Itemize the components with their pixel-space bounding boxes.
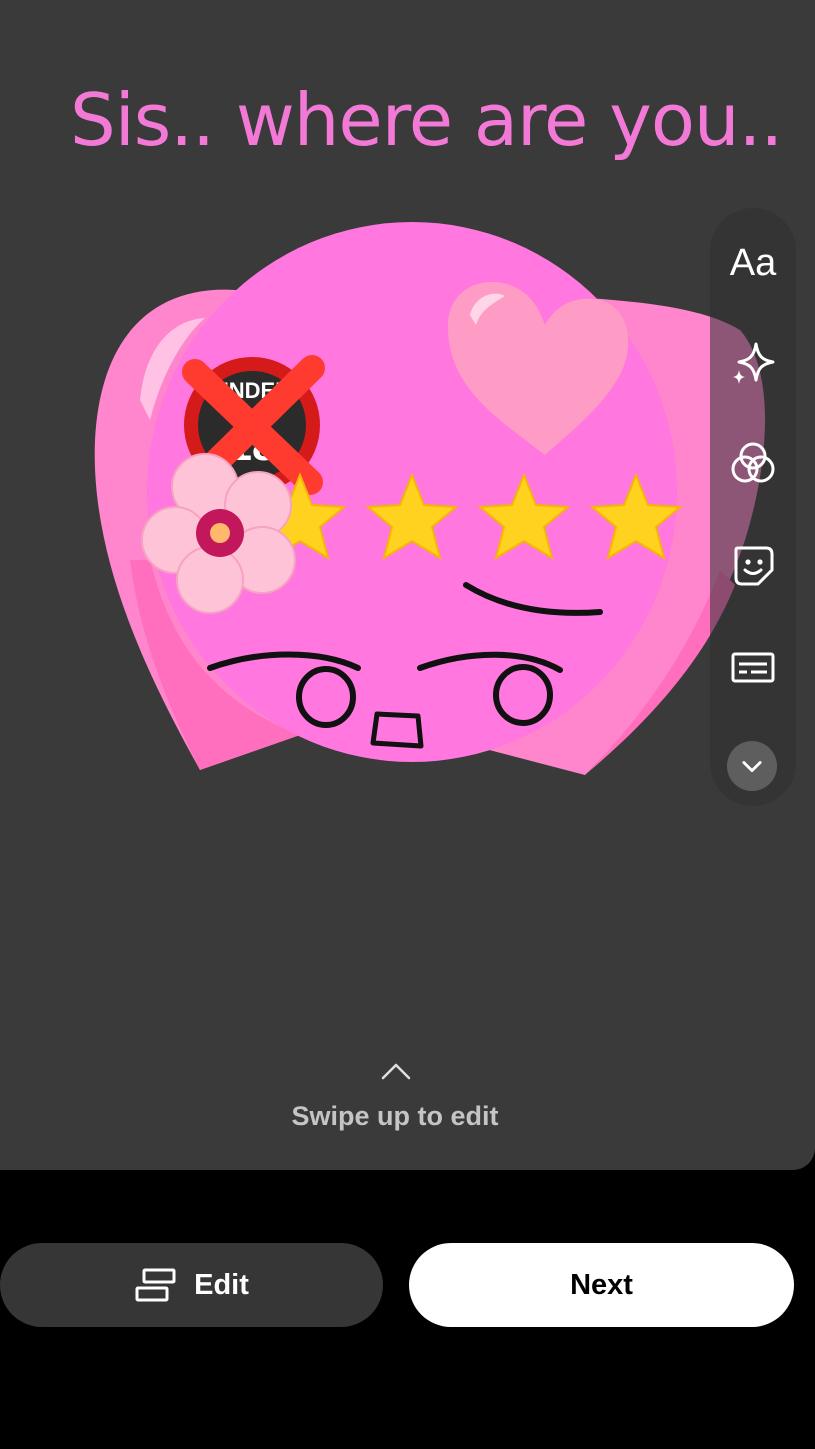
captions-icon — [731, 652, 775, 683]
sparkle-icon — [733, 342, 775, 384]
sticker-icon — [734, 546, 774, 586]
edit-button[interactable]: Edit — [0, 1243, 383, 1327]
caption-text[interactable]: Sis.. where are you.. — [70, 78, 783, 162]
sticker-image[interactable]: UNDER 18 — [80, 218, 780, 798]
chevron-up-icon — [381, 1063, 411, 1080]
swipe-up-hint: Swipe up to edit — [291, 1101, 499, 1131]
chevron-down-icon — [742, 761, 762, 773]
text-icon: Aa — [729, 241, 777, 284]
sticker-tool-button[interactable] — [718, 530, 788, 600]
story-canvas[interactable]: Sis.. where are you.. UNDER 18 Aa Swipe … — [0, 0, 815, 1170]
filter-icon — [731, 442, 775, 483]
next-button[interactable]: Next — [409, 1243, 794, 1327]
filter-tool-button[interactable] — [718, 428, 788, 498]
captions-tool-button[interactable] — [718, 632, 788, 702]
effects-tool-button[interactable] — [718, 328, 788, 398]
editing-toolbar: Aa — [710, 208, 796, 806]
edit-button-label: Edit — [194, 1268, 249, 1301]
more-tools-button[interactable] — [727, 741, 777, 791]
edit-layout-icon — [135, 1268, 176, 1302]
next-button-label: Next — [570, 1268, 633, 1301]
text-tool-button[interactable]: Aa — [718, 228, 788, 298]
